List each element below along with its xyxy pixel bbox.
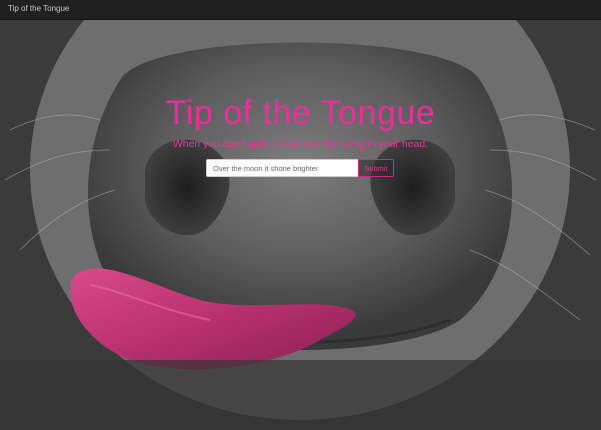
lyrics-search-input[interactable] bbox=[206, 159, 358, 177]
hero-content: Tip of the Tongue When you can't quite r… bbox=[0, 20, 601, 430]
navbar: Tip of the Tongue bbox=[0, 0, 601, 20]
page-subtitle: When you can't quite remember the song i… bbox=[172, 138, 429, 150]
page-title: Tip of the Tongue bbox=[165, 94, 436, 132]
app-root: Tip of the Tongue Tip of the Tongue When… bbox=[0, 0, 601, 430]
navbar-brand-link[interactable]: Tip of the Tongue bbox=[8, 4, 69, 13]
search-form: Submit bbox=[206, 159, 394, 177]
submit-button[interactable]: Submit bbox=[358, 159, 394, 177]
